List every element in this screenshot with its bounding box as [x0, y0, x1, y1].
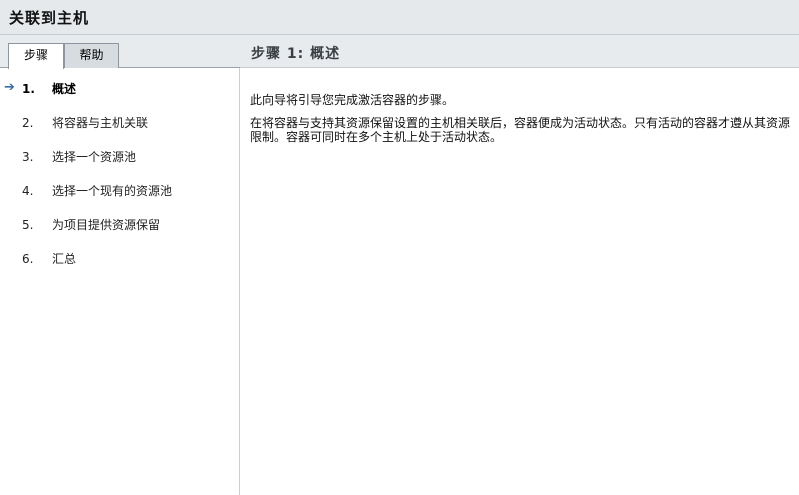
step-title: 步骤 1: 概述 — [251, 46, 341, 62]
content-pane: 步骤 1: 概述 此向导将引导您完成激活容器的步骤。 在将容器与支持其资源保留设… — [240, 35, 799, 495]
step-number: 5. — [22, 218, 34, 232]
step-number: 6. — [22, 252, 34, 266]
step-label: 汇总 — [52, 252, 77, 266]
step-item-associate[interactable]: 2. 将容器与主机关联 — [0, 114, 240, 148]
step-item-overview[interactable]: ➔ 1. 概述 — [0, 80, 240, 114]
step-label: 概述 — [52, 82, 77, 96]
step-number: 4. — [22, 184, 34, 198]
intro-paragraph: 此向导将引导您完成激活容器的步骤。 — [250, 93, 455, 107]
step-header: 步骤 1: 概述 — [240, 35, 799, 68]
title-bar: 关联到主机 — [0, 0, 799, 35]
step-description: 此向导将引导您完成激活容器的步骤。 在将容器与支持其资源保留设置的主机相关联后，… — [250, 93, 790, 153]
step-number: 2. — [22, 116, 34, 130]
step-item-select-existing-pool[interactable]: 4. 选择一个现有的资源池 — [0, 182, 240, 216]
tab-strip: 步骤 帮助 — [0, 35, 240, 69]
step-item-reservation[interactable]: 5. 为项目提供资源保留 — [0, 216, 240, 250]
step-label: 为项目提供资源保留 — [52, 218, 161, 232]
step-label: 选择一个现有的资源池 — [52, 184, 173, 198]
tab-help[interactable]: 帮助 — [64, 43, 119, 68]
wizard-window: 关联到主机 步骤 帮助 ➔ 1. 概述 2. 将容器与主机关联 3. 选择一个资… — [0, 0, 799, 495]
step-item-select-pool[interactable]: 3. 选择一个资源池 — [0, 148, 240, 182]
steps-list: ➔ 1. 概述 2. 将容器与主机关联 3. 选择一个资源池 4. 选择一个现有… — [0, 80, 240, 284]
step-label: 选择一个资源池 — [52, 150, 137, 164]
step-label: 将容器与主机关联 — [52, 116, 149, 130]
step-number: 3. — [22, 150, 34, 164]
tab-steps[interactable]: 步骤 — [8, 43, 64, 69]
steps-pane: 步骤 帮助 ➔ 1. 概述 2. 将容器与主机关联 3. 选择一个资源池 4. … — [0, 35, 240, 495]
step-number: 1. — [22, 82, 35, 96]
step-item-summary[interactable]: 6. 汇总 — [0, 250, 240, 284]
right-arrow-icon: ➔ — [4, 80, 15, 95]
detail-paragraph: 在将容器与支持其资源保留设置的主机相关联后，容器便成为活动状态。只有活动的容器才… — [250, 116, 791, 144]
window-title: 关联到主机 — [9, 9, 90, 27]
